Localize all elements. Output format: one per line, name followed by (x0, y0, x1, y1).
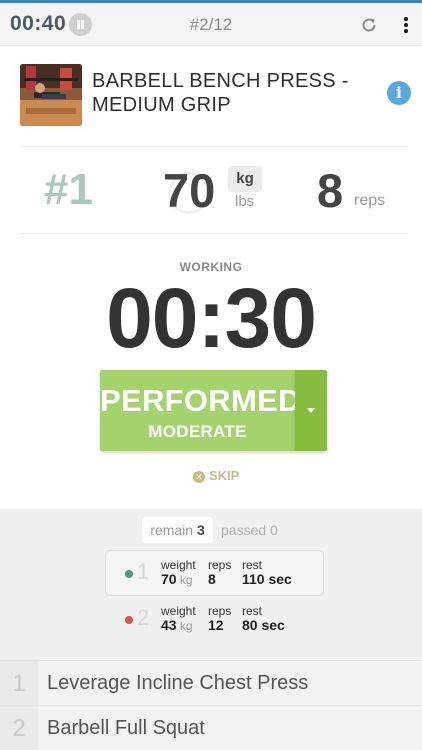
set-row[interactable]: 2 weight 43 kg reps 12 rest 80 sec (105, 596, 324, 642)
list-item-next-exercise[interactable]: 2 Barbell Full Squat (0, 705, 422, 750)
set-index: 1 (137, 559, 150, 584)
top-bar: 00:40 #2/12 (0, 3, 422, 46)
reps-value: 12 (208, 617, 224, 633)
set-row[interactable]: 1 weight 70 kg reps 8 rest 110 sec (105, 550, 324, 596)
passed-tab[interactable]: passed 0 (221, 522, 278, 538)
reps-label: reps (208, 558, 232, 572)
list-item-number: 2 (0, 706, 38, 750)
weight-value: 43 (161, 617, 177, 633)
skip-label: SKIP (209, 468, 240, 483)
close-circle-icon: ✕ (193, 471, 205, 483)
exercise-counter: #2/12 (189, 15, 233, 34)
status-dot (125, 616, 133, 624)
divider (20, 233, 407, 234)
divider (20, 146, 407, 147)
set-weight: weight 43 kg (161, 604, 196, 633)
reps-label: reps (208, 604, 232, 618)
remain-label: remain (150, 522, 194, 538)
difficulty-dropdown-button[interactable] (295, 370, 327, 451)
weight-unit: kg (179, 619, 193, 633)
remain-tab[interactable]: remain 3 (142, 517, 213, 543)
difficulty-label: MODERATE (148, 422, 247, 441)
set-index: 2 (137, 605, 150, 630)
reps-value: 8 (208, 571, 216, 587)
set-timer: 00:30 (106, 271, 317, 365)
weight-unit: kg (179, 573, 193, 587)
unit-kg-toggle[interactable]: kg (228, 166, 262, 192)
rest-label: rest (242, 558, 263, 572)
list-item-name: Leverage Incline Chest Press (47, 672, 309, 694)
list-item-next-exercise[interactable]: 1 Leverage Incline Chest Press (0, 660, 422, 706)
set-rest: rest 80 sec (242, 604, 285, 633)
rest-value: 80 sec (242, 617, 285, 633)
list-item-name: Barbell Full Squat (47, 717, 205, 739)
exercise-title: BARBELL BENCH PRESS - MEDIUM GRIP (92, 70, 349, 116)
exercise-thumbnail[interactable] (20, 64, 82, 126)
info-icon[interactable]: i (387, 81, 411, 105)
set-weight: weight 70 kg (161, 558, 196, 587)
set-reps: reps 8 (208, 558, 231, 587)
weight-label: weight (161, 604, 196, 618)
set-reps: reps 12 (208, 604, 231, 633)
performed-button[interactable]: PERFORMED MODERATE (100, 370, 301, 451)
weight-value: 70 (161, 571, 177, 587)
weight-value[interactable]: 70 (163, 163, 215, 218)
set-rest: rest 110 sec (242, 558, 292, 587)
current-set-number: #1 (44, 165, 93, 214)
reps-label: reps (354, 192, 386, 209)
weight-label: weight (161, 558, 196, 572)
unit-lbs-toggle[interactable]: lbs (235, 193, 254, 210)
reps-value[interactable]: 8 (317, 163, 343, 218)
rest-label: rest (242, 604, 263, 618)
more-menu-icon[interactable] (403, 17, 409, 35)
list-item-number: 1 (0, 661, 38, 706)
performed-label: PERFORMED (100, 383, 301, 418)
remain-count: 3 (196, 522, 205, 538)
status-dot (125, 570, 133, 578)
rest-value: 110 sec (242, 571, 292, 587)
skip-button[interactable]: ✕ SKIP (193, 468, 239, 483)
refresh-icon[interactable] (360, 16, 378, 34)
